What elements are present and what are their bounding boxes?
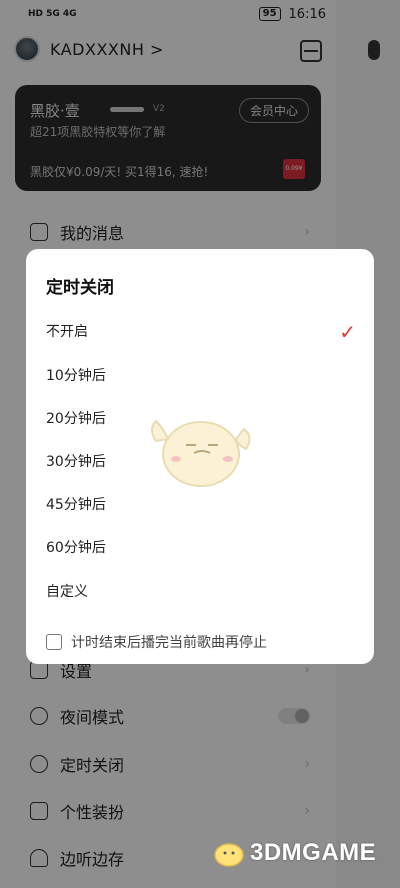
option-label: 45分钟后 — [46, 497, 106, 513]
dialog-title: 定时关闭 — [46, 278, 114, 298]
option-custom[interactable]: 自定义 — [26, 574, 374, 608]
finish-song-option[interactable]: 计时结束后播完当前歌曲再停止 — [46, 632, 267, 652]
site-watermark: 3DMGAME — [212, 838, 376, 868]
option-60min[interactable]: 60分钟后 — [26, 530, 374, 564]
option-off[interactable]: 不开启 ✓ — [26, 314, 374, 348]
option-10min[interactable]: 10分钟后 — [26, 358, 374, 392]
option-label: 30分钟后 — [46, 454, 106, 470]
option-label: 10分钟后 — [46, 368, 106, 384]
duck-logo-icon — [214, 843, 244, 867]
option-label: 60分钟后 — [46, 540, 106, 556]
option-label: 20分钟后 — [46, 411, 106, 427]
checkmark-icon: ✓ — [339, 320, 356, 344]
option-label: 自定义 — [46, 584, 88, 600]
finish-song-checkbox[interactable] — [46, 634, 62, 650]
mascot-watermark-icon — [151, 419, 251, 487]
finish-song-label: 计时结束后播完当前歌曲再停止 — [71, 635, 267, 651]
option-label: 不开启 — [46, 324, 88, 340]
timer-dialog: 定时关闭 不开启 ✓ 10分钟后 20分钟后 30分钟后 45分钟后 60分钟后… — [26, 249, 374, 664]
watermark-text: 3DMGAME — [250, 839, 377, 866]
